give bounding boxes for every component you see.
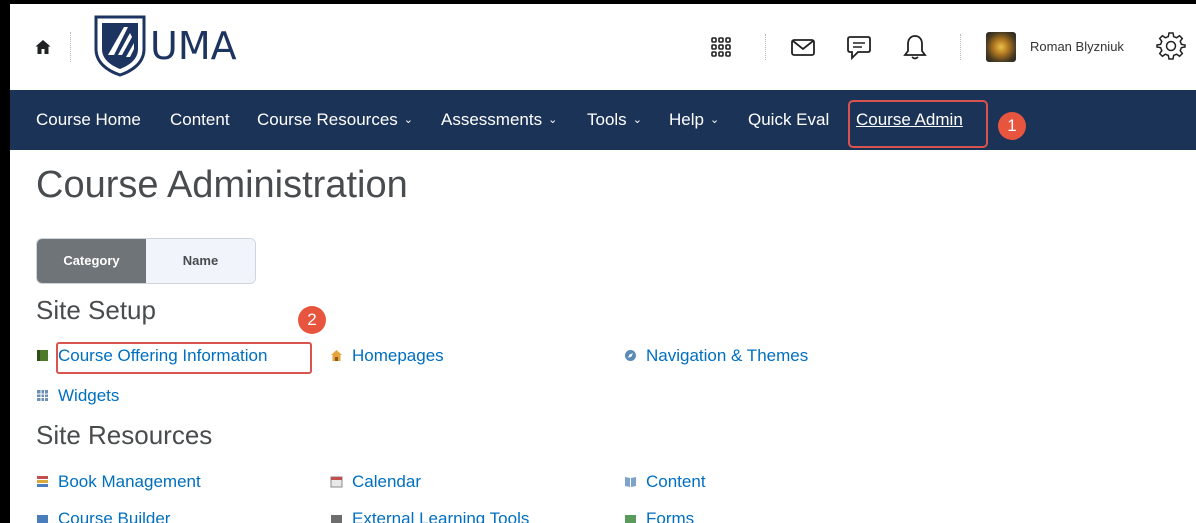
tool-label: Widgets	[58, 386, 120, 405]
tool-widgets[interactable]: Widgets	[36, 384, 119, 408]
shield-logo-icon	[94, 15, 146, 77]
section-heading-site-resources: Site Resources	[36, 420, 213, 450]
tool-homepages[interactable]: Homepages	[330, 344, 444, 368]
forms-icon	[625, 515, 636, 523]
notification-bell-icon[interactable]	[900, 32, 930, 62]
annotation-highlight-box	[848, 100, 988, 148]
nav-quick-eval[interactable]: Quick Eval	[748, 90, 829, 150]
chevron-down-icon: ⌄	[403, 114, 413, 126]
chevron-down-icon: ⌄	[632, 114, 642, 126]
books-icon	[37, 476, 48, 487]
settings-gear-icon[interactable]	[1156, 31, 1186, 61]
page-title: Course Administration	[36, 164, 408, 206]
tool-content[interactable]: Content	[624, 470, 706, 494]
house-icon	[331, 350, 342, 361]
nav-label: Course Home	[36, 110, 141, 129]
toggle-category-button[interactable]: Category	[37, 239, 146, 283]
nav-label: Help	[669, 110, 704, 129]
compass-icon	[625, 350, 636, 361]
tool-label: Calendar	[352, 472, 421, 491]
top-header: UMA Roman Blyzniuk	[10, 4, 1196, 90]
tool-book-management[interactable]: Book Management	[36, 470, 201, 494]
nav-course-home[interactable]: Course Home	[36, 90, 141, 150]
tool-label: Homepages	[352, 346, 444, 365]
chevron-down-icon: ⌄	[548, 114, 558, 126]
tool-label: Navigation & Themes	[646, 346, 809, 365]
browser-frame: UMA Roman Blyzniuk Course Home Content C…	[10, 4, 1196, 523]
nav-label: Course Resources	[257, 110, 398, 129]
header-divider	[70, 32, 71, 62]
nav-tools[interactable]: Tools ⌄	[587, 90, 642, 150]
nav-label: Quick Eval	[748, 110, 830, 129]
tool-label: External Learning Tools	[352, 509, 530, 523]
tool-label: Forms	[646, 509, 695, 523]
tool-forms[interactable]: Forms	[624, 507, 694, 523]
external-tools-icon	[331, 515, 342, 523]
tool-label: Content	[646, 472, 706, 491]
book-green-icon	[37, 350, 48, 361]
step-badge-1: 1	[998, 112, 1026, 140]
tool-external-learning-tools[interactable]: External Learning Tools	[330, 507, 529, 523]
toggle-name-button[interactable]: Name	[146, 239, 255, 283]
chevron-down-icon: ⌄	[709, 114, 720, 126]
annotation-highlight-box	[56, 342, 312, 374]
calendar-icon	[330, 476, 343, 488]
tool-calendar[interactable]: Calendar	[330, 470, 421, 494]
nav-label: Assessments	[441, 110, 543, 129]
section-heading-site-setup: Site Setup	[36, 295, 156, 325]
tool-navigation-themes[interactable]: Navigation & Themes	[624, 344, 808, 368]
nav-assessments[interactable]: Assessments ⌄	[441, 90, 557, 150]
user-name[interactable]: Roman Blyzniuk	[1030, 39, 1124, 54]
nav-content[interactable]: Content	[170, 90, 230, 150]
logo-text: UMA	[150, 24, 237, 68]
uma-logo[interactable]: UMA	[94, 14, 237, 78]
tool-label: Course Builder	[58, 509, 171, 523]
step-badge-2: 2	[298, 306, 326, 334]
home-icon[interactable]	[34, 38, 52, 56]
widget-grid-icon	[37, 390, 48, 401]
waffle-apps-icon[interactable]	[706, 32, 736, 62]
tool-course-builder[interactable]: Course Builder	[36, 507, 170, 523]
header-divider	[765, 34, 766, 60]
view-toggle: Category Name	[36, 238, 256, 284]
open-book-icon	[625, 477, 636, 487]
tool-label: Book Management	[58, 472, 201, 491]
nav-course-resources[interactable]: Course Resources ⌄	[257, 90, 413, 150]
header-divider	[960, 34, 961, 60]
mail-icon[interactable]	[788, 32, 818, 62]
nav-label: Tools	[587, 110, 627, 129]
nav-help[interactable]: Help ⌄	[669, 90, 719, 150]
builder-icon	[37, 515, 48, 523]
chat-icon[interactable]	[844, 32, 874, 62]
nav-label: Content	[170, 110, 230, 129]
user-avatar[interactable]	[986, 32, 1016, 62]
